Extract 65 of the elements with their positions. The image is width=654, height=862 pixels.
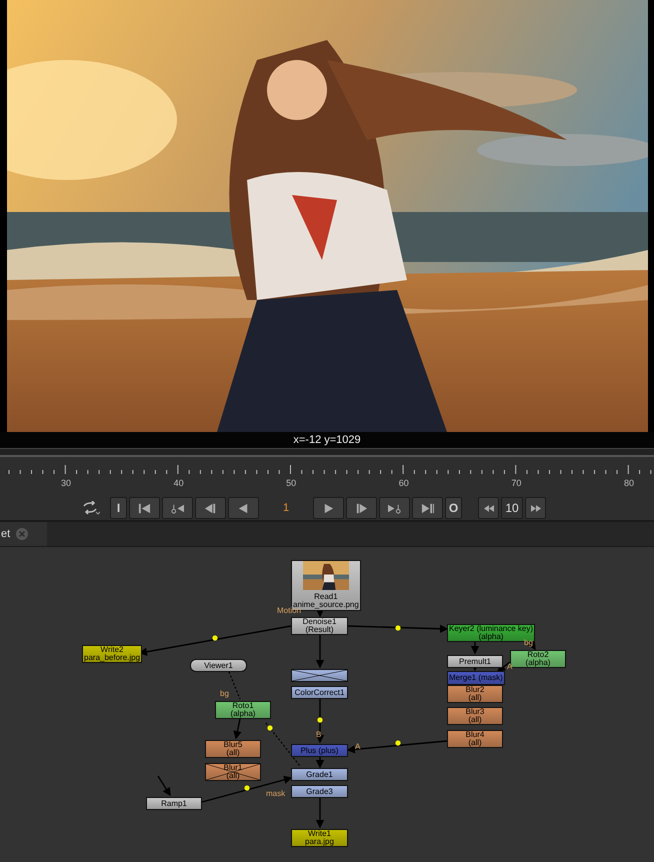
last-frame-button[interactable] <box>412 497 443 519</box>
increment-field[interactable]: 10 <box>501 497 523 519</box>
graph-node[interactable]: Write2 para_before.jpg <box>82 645 142 663</box>
skip-icon <box>420 502 435 514</box>
input-label: bg <box>220 689 229 698</box>
connection-line <box>316 757 324 768</box>
ruler-label: 50 <box>286 478 296 488</box>
connection-dot[interactable] <box>317 717 323 723</box>
connection-line <box>233 718 242 740</box>
connection-line <box>316 635 324 668</box>
graph-node[interactable]: Blur5 (all) <box>205 740 261 758</box>
graph-node[interactable]: Grade1 <box>291 768 348 781</box>
skip-forward-button[interactable] <box>525 497 546 519</box>
rewind-icon <box>484 504 494 512</box>
skip-icon <box>137 502 152 514</box>
connection-line <box>316 798 324 828</box>
transport-button[interactable]: O <box>445 497 462 519</box>
graph-node[interactable]: Roto1 (alpha) <box>215 701 271 719</box>
ruler-label: 30 <box>61 478 71 488</box>
skip-back-button[interactable] <box>478 497 499 519</box>
input-label: A <box>507 662 512 671</box>
input-label: mask <box>266 789 286 798</box>
graph-node[interactable]: Blur3 (all) <box>447 707 503 725</box>
previous-keyframe-button[interactable] <box>162 497 193 519</box>
connection-line <box>228 672 241 700</box>
graph-node[interactable]: Blur2 (all) <box>447 685 503 703</box>
ruler-label: 70 <box>511 478 522 488</box>
step-icon <box>203 502 218 514</box>
graph-node[interactable]: Grade3 <box>291 785 348 798</box>
connection-line <box>470 642 480 654</box>
loop-icon[interactable] <box>82 501 100 515</box>
connection-dot[interactable] <box>212 635 218 641</box>
connection-dot[interactable] <box>395 740 401 746</box>
frame-field[interactable]: 1 <box>262 498 310 518</box>
input-label: A <box>355 742 360 751</box>
graph-node[interactable]: Ramp1 <box>146 797 202 810</box>
graph-node[interactable]: Write1 para.jpg <box>291 829 348 847</box>
ruler-label: 40 <box>174 478 184 488</box>
connection-line <box>266 722 300 766</box>
transport-button[interactable]: I <box>110 497 127 519</box>
coordinates-readout: x=-12 y=1029 <box>293 434 361 446</box>
step-forward-button[interactable] <box>346 497 377 519</box>
next-keyframe-button[interactable] <box>379 497 410 519</box>
connection-line <box>316 609 324 618</box>
ruler-label: 60 <box>398 478 409 488</box>
graph-node[interactable]: Denoise1 (Result) <box>291 617 348 635</box>
step-icon <box>354 502 369 514</box>
connection-line <box>496 661 510 672</box>
connection-dot[interactable] <box>267 725 273 731</box>
ruler-label: 80 <box>624 478 634 488</box>
first-frame-button[interactable] <box>129 497 160 519</box>
graph-node[interactable]: ColorCorrect1 <box>291 686 348 699</box>
connection-dot[interactable] <box>244 785 250 791</box>
panel-tab[interactable]: et <box>0 522 47 546</box>
fast-forward-icon <box>530 504 540 512</box>
input-label: B <box>316 730 322 739</box>
graph-node[interactable]: Blur4 (all) <box>447 730 503 748</box>
step-back-button[interactable] <box>195 497 226 519</box>
connection-line <box>157 776 171 796</box>
play-button[interactable] <box>313 497 344 519</box>
connection-dot[interactable] <box>395 625 401 631</box>
viewer-node[interactable]: Viewer1 <box>190 659 247 672</box>
graph-node[interactable]: Premult1 <box>447 655 503 668</box>
play-backward-button[interactable] <box>228 497 259 519</box>
connection-line <box>316 699 324 744</box>
